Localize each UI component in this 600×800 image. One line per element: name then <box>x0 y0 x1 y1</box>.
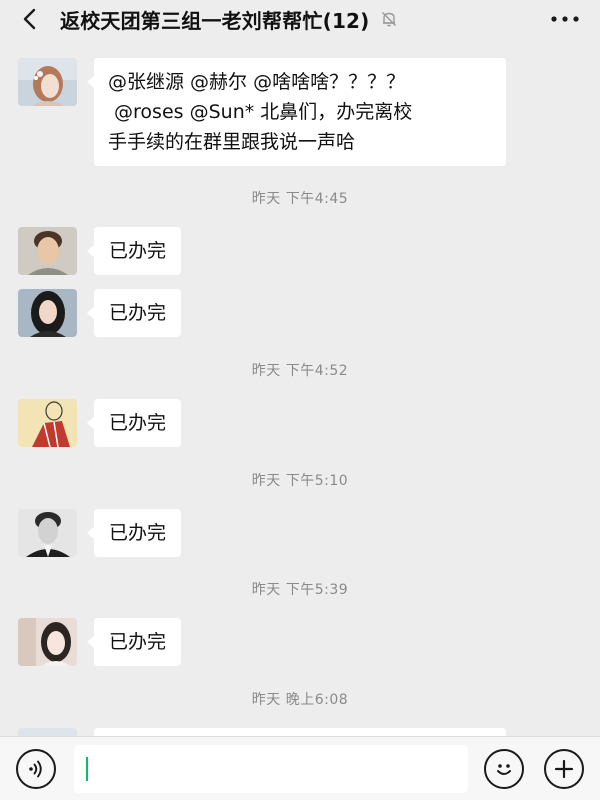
message-line: @roses @Sun* 北鼻们，办完离校 <box>108 101 413 123</box>
message-row: 已办完 <box>18 509 182 557</box>
message-line: @张继源 @赫尔 @啥啥啥？？？？ <box>108 71 406 93</box>
emoji-icon <box>497 764 511 775</box>
avatar-sketch-figure <box>18 399 77 447</box>
plus-button[interactable] <box>544 749 584 789</box>
message-input[interactable] <box>74 745 468 793</box>
message-bubble[interactable]: 已办完 <box>86 618 182 666</box>
message-row: 已办完 <box>18 618 182 666</box>
message-line: 手手续的在群里跟我说一声哈 <box>108 131 356 153</box>
message-text: 已办完 <box>109 302 167 324</box>
text-caret <box>86 757 88 781</box>
chat-header: 返校天团第三组一老刘帮帮忙(12) <box>0 0 600 38</box>
message-row-partial <box>18 728 506 736</box>
message-text: 已办完 <box>109 240 167 262</box>
timestamp: 昨天 下午5:10 <box>251 473 349 489</box>
avatar-young-man <box>18 227 77 275</box>
avatar[interactable] <box>18 227 77 275</box>
chat-title: 返校天团第三组一老刘帮帮忙(12) <box>60 8 370 33</box>
emoji-button[interactable] <box>484 749 524 789</box>
avatar[interactable] <box>18 289 77 337</box>
message-text: 已办完 <box>109 522 167 544</box>
message-row: 已办完 <box>18 399 182 447</box>
title-area: 返校天团第三组一老刘帮帮忙(12) <box>60 5 530 34</box>
avatar-man-bw <box>18 509 77 557</box>
voice-button[interactable] <box>16 749 56 789</box>
timestamp: 昨天 下午5:39 <box>251 582 349 598</box>
avatar[interactable] <box>18 399 77 447</box>
more-dots-icon <box>551 16 579 22</box>
message-bubble[interactable] <box>94 728 506 736</box>
avatar[interactable] <box>18 58 77 106</box>
back-button[interactable] <box>0 0 60 38</box>
avatar-girl-light <box>18 618 77 666</box>
message-text: 已办完 <box>109 631 167 653</box>
message-row: @张继源 @赫尔 @啥啥啥？？？？ @roses @Sun* 北鼻们，办完离校 … <box>18 58 506 166</box>
message-bubble[interactable]: 已办完 <box>86 289 182 337</box>
timestamp: 昨天 晚上6:08 <box>251 692 349 708</box>
message-bubble[interactable]: 已办完 <box>86 227 182 275</box>
avatar-girl-flowers <box>18 58 77 106</box>
message-bubble[interactable]: @张继源 @赫尔 @啥啥啥？？？？ @roses @Sun* 北鼻们，办完离校 … <box>87 58 506 166</box>
message-row: 已办完 <box>18 227 182 275</box>
avatar[interactable] <box>18 509 77 557</box>
message-bubble[interactable]: 已办完 <box>86 399 182 447</box>
message-text: 已办完 <box>109 412 167 434</box>
chevron-left-icon <box>23 8 36 30</box>
more-button[interactable] <box>530 0 600 38</box>
avatar-girl-dark-hair <box>18 289 77 337</box>
bell-off-icon <box>380 10 398 28</box>
avatar[interactable] <box>18 618 77 666</box>
avatar-girl-flowers <box>18 728 77 736</box>
plus-icon <box>554 759 574 779</box>
message-bubble[interactable]: 已办完 <box>86 509 182 557</box>
voice-icon <box>29 760 42 778</box>
input-bar <box>0 736 600 800</box>
timestamp: 昨天 下午4:52 <box>251 363 349 379</box>
timestamp: 昨天 下午4:45 <box>251 191 349 207</box>
avatar[interactable] <box>18 728 77 736</box>
message-row: 已办完 <box>18 289 182 337</box>
chat-area[interactable]: @张继源 @赫尔 @啥啥啥？？？？ @roses @Sun* 北鼻们，办完离校 … <box>0 38 600 736</box>
